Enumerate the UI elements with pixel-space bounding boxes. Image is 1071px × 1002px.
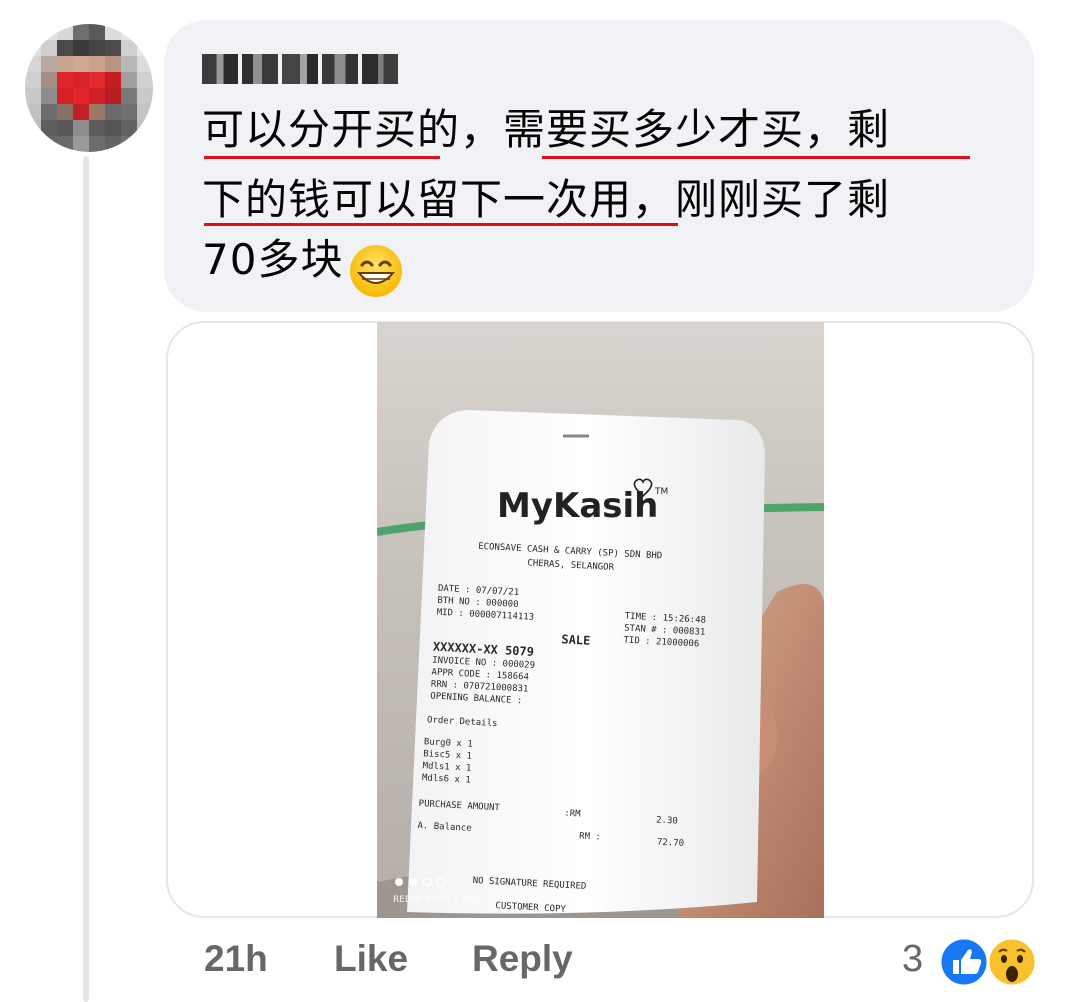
like-icon — [938, 936, 990, 988]
reply-button[interactable]: Reply — [472, 938, 573, 980]
receipt-purchase-currency: :RM — [564, 809, 581, 820]
red-underline — [542, 156, 970, 159]
comment-text-line-1: 可以分开买的，需要买多少才买，剩 — [202, 105, 891, 154]
comment-bubble: 可以分开买的，需要买多少才买，剩 下的钱可以留下一次用，刚刚买了剩 70多块 — [164, 20, 1034, 312]
like-button[interactable]: Like — [334, 938, 408, 980]
reactions-summary[interactable] — [936, 932, 1046, 992]
receipt-balance-currency: RM : — [579, 831, 601, 842]
comment-text-line-2: 下的钱可以留下一次用，刚刚买了剩 — [202, 175, 891, 224]
carousel-dot[interactable] — [395, 878, 403, 886]
author-name-redacted[interactable] — [202, 54, 398, 84]
comment-actions: 21h Like Reply 3 — [0, 936, 1071, 994]
receipt-trademark: TM — [654, 487, 668, 497]
thread-line — [83, 156, 89, 1002]
red-underline — [204, 223, 678, 226]
camera-watermark: REDMI NOTE 9 PRO — [393, 895, 480, 905]
receipt-photo[interactable]: MyKasih TM ECONSAVE CASH & CARRY (SP) SD… — [377, 322, 824, 918]
grinning-face-emoji — [350, 245, 402, 297]
receipt-purchase-value: 2.30 — [656, 815, 678, 826]
timestamp[interactable]: 21h — [204, 938, 268, 980]
avatar[interactable] — [25, 24, 153, 152]
carousel-dot-active[interactable] — [409, 878, 417, 886]
red-underline — [204, 156, 440, 159]
receipt-brand: MyKasih — [497, 486, 658, 526]
receipt-sale: SALE — [561, 632, 591, 647]
wow-icon — [986, 936, 1038, 988]
receipt-balance-value: 72.70 — [657, 838, 685, 849]
reaction-count[interactable]: 3 — [902, 938, 923, 981]
comment-text-line-3: 70多块 — [202, 235, 344, 284]
